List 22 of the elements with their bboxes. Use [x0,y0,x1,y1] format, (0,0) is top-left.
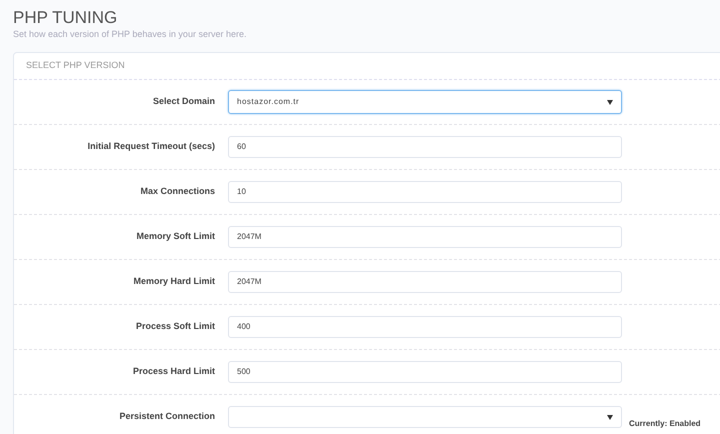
input-field[interactable]: 2047M [228,226,622,248]
input-field[interactable]: 400 [228,316,622,338]
field-label: Memory Soft Limit [136,230,215,244]
select-dropdown[interactable]: hostazor.com.tr [228,90,622,114]
field-label: Select Domain [152,95,215,108]
field-label: Memory Hard Limit [133,275,215,288]
input-field[interactable]: 60 [228,136,622,158]
card-header: SELECT PHP VERSION [26,59,125,72]
field-label: Initial Request Timeout (secs) [88,140,215,154]
status-note: Currently: Enabled [629,419,701,429]
caret-icon [607,100,613,104]
caret-icon [607,414,613,420]
field-label: Max Connections [140,185,215,198]
input-field[interactable]: 10 [228,181,622,203]
field-label: Process Hard Limit [132,365,215,378]
page-title: PHP TUNING [13,8,118,28]
input-field[interactable]: 2047M [228,271,622,293]
page-subtitle: Set how each version of PHP behaves in your server here. [13,28,246,40]
select-dropdown[interactable] [228,406,622,428]
field-label: Process Soft Limit [136,320,215,334]
input-field[interactable]: 500 [228,361,622,383]
field-label: Persistent Connection [119,410,215,424]
